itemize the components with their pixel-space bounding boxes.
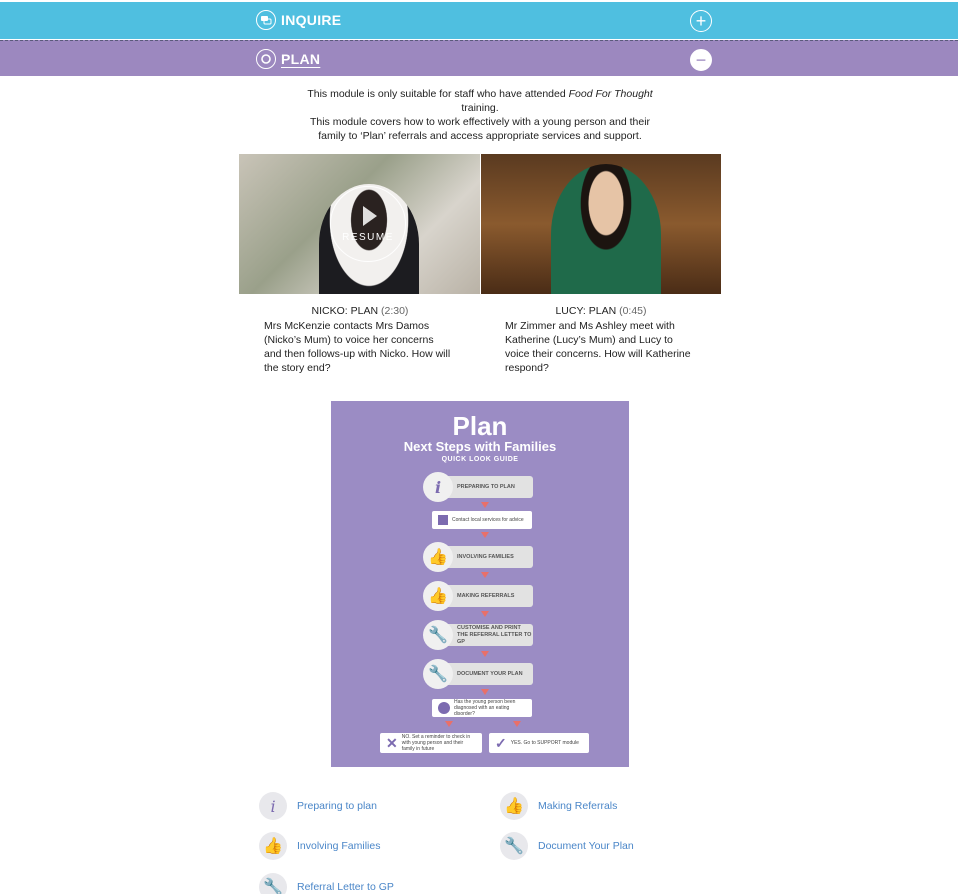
poster-step-referrals: 👍 MAKING REFERRALS <box>423 581 533 611</box>
link-involving-families[interactable]: 👍 Involving Families <box>259 832 380 860</box>
video-nicko-description: Mrs McKenzie contacts Mrs Damos (Nicko’s… <box>264 320 451 374</box>
play-icon <box>363 205 377 226</box>
poster-step-preparing: i PREPARING TO PLAN <box>423 472 533 502</box>
link-making-referrals[interactable]: 👍 Making Referrals <box>500 792 617 820</box>
intro-line-2: This module covers how to work effective… <box>309 116 651 142</box>
plan-collapse-icon[interactable]: − <box>690 49 712 71</box>
poster-step-yes: ✓ YES. Go to SUPPORT module <box>489 733 589 753</box>
intro-line-1: This module is only suitable for staff w… <box>307 88 653 114</box>
plan-section-header[interactable]: PLAN − <box>0 40 958 76</box>
thumbs-up-icon: 👍 <box>423 542 453 572</box>
video-lucy-title: LUCY: PLAN (0:45) <box>555 305 647 317</box>
wrench-icon: 🔧 <box>423 620 453 650</box>
thumbs-up-icon: 👍 <box>259 832 287 860</box>
poster-step-question: Has the young person been diagnosed with… <box>432 699 532 717</box>
video-lucy-thumbnail[interactable] <box>481 154 721 294</box>
circle-icon <box>256 49 276 69</box>
poster-subtitle: Next Steps with Families <box>403 439 557 454</box>
video-lucy-description: Mr Zimmer and Ms Ashley meet with Kather… <box>505 320 691 374</box>
video-nicko-thumbnail[interactable]: RESUME <box>239 154 480 294</box>
chat-icon <box>256 10 276 30</box>
contact-icon <box>438 515 448 525</box>
thumbs-up-icon: 👍 <box>500 792 528 820</box>
link-preparing-to-plan[interactable]: i Preparing to plan <box>259 792 377 820</box>
wrench-icon: 🔧 <box>423 659 453 689</box>
check-icon: ✓ <box>495 734 507 751</box>
cross-icon: ✕ <box>386 735 398 751</box>
plan-title: PLAN <box>256 49 320 69</box>
poster-title: Plan <box>452 411 508 441</box>
plate-icon <box>438 702 450 714</box>
poster-step-customise: 🔧 CUSTOMISE AND PRINT THE REFERRAL LETTE… <box>423 620 533 650</box>
inquire-title: INQUIRE <box>256 10 341 30</box>
poster-step-document: 🔧 DOCUMENT YOUR PLAN <box>423 659 533 689</box>
inquire-section-header[interactable]: INQUIRE + <box>0 2 958 39</box>
plan-quick-look-poster[interactable]: Plan Next Steps with Families QUICK LOOK… <box>331 401 629 767</box>
inquire-expand-icon[interactable]: + <box>690 10 712 32</box>
link-referral-letter[interactable]: 🔧 Referral Letter to GP <box>259 873 394 894</box>
link-document-your-plan[interactable]: 🔧 Document Your Plan <box>500 832 634 860</box>
resume-label: RESUME <box>342 231 394 243</box>
info-icon: i <box>259 792 287 820</box>
poster-step-contact: Contact local services for advice <box>432 511 532 529</box>
plan-label: PLAN <box>281 51 321 67</box>
poster-step-involving: 👍 INVOLVING FAMILIES <box>423 542 533 572</box>
inquire-label: INQUIRE <box>281 12 342 28</box>
thumbs-up-icon: 👍 <box>423 581 453 611</box>
resume-button[interactable]: RESUME <box>330 186 406 262</box>
poster-step-no: ✕ NO. Set a reminder to check in with yo… <box>380 733 482 753</box>
wrench-icon: 🔧 <box>259 873 287 894</box>
info-icon: i <box>423 472 453 502</box>
module-intro: This module is only suitable for staff w… <box>300 87 660 143</box>
wrench-icon: 🔧 <box>500 832 528 860</box>
poster-guide-label: QUICK LOOK GUIDE <box>441 456 519 463</box>
video-nicko-title: NICKO: PLAN (2:30) <box>311 305 409 317</box>
